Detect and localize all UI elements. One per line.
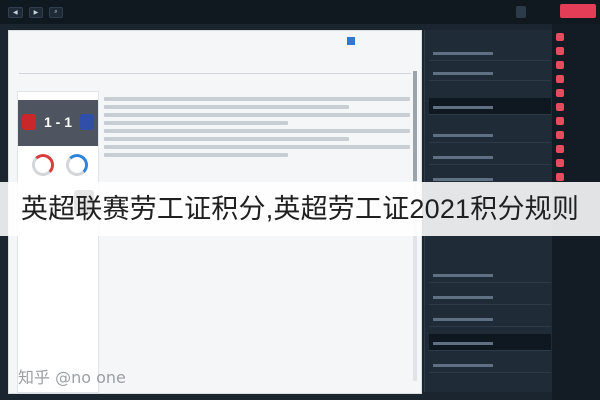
scrollbar-thumb[interactable]	[413, 71, 417, 181]
sender-badge-icon	[347, 37, 355, 45]
inbox-item[interactable]	[429, 126, 551, 143]
menu-icon	[556, 145, 564, 153]
menu-icon	[556, 173, 564, 181]
search-icon[interactable]: ⌕	[49, 7, 63, 18]
sidebar-item[interactable]	[556, 144, 596, 154]
inbox-item[interactable]	[429, 310, 551, 327]
menu-icon	[556, 75, 564, 83]
sidebar-item[interactable]	[556, 102, 596, 112]
menu-icon	[556, 117, 564, 125]
body-line	[104, 153, 288, 157]
forward-button[interactable]: ▶	[28, 7, 44, 18]
sidebar-item[interactable]	[556, 172, 596, 182]
continue-button[interactable]	[560, 4, 596, 18]
away-rating-ring	[66, 154, 88, 176]
sidebar-item[interactable]	[556, 46, 596, 56]
inbox-item[interactable]	[429, 44, 551, 61]
message-subject	[19, 63, 411, 74]
inbox-item[interactable]	[429, 266, 551, 283]
top-bar-left: ◀ ▶ ⌕	[8, 7, 63, 18]
home-rating-ring	[32, 154, 54, 176]
sidebar-item[interactable]	[556, 60, 596, 70]
menu-icon	[556, 33, 564, 41]
club-badge-icon	[516, 6, 526, 18]
caption-banner: 英超联赛劳工证积分,英超劳工证2021积分规则	[0, 182, 600, 236]
inbox-item-selected[interactable]	[429, 334, 551, 351]
body-line	[104, 137, 349, 141]
inbox-item[interactable]	[429, 356, 551, 373]
menu-icon	[556, 159, 564, 167]
match-score: 1 - 1	[44, 114, 73, 130]
match-hero: 1 - 1	[18, 100, 98, 146]
watermark: 知乎 @no one	[18, 368, 126, 387]
body-line	[104, 121, 288, 125]
top-bar: ◀ ▶ ⌕	[0, 0, 600, 24]
body-line	[104, 129, 410, 133]
menu-icon	[556, 103, 564, 111]
inbox-item[interactable]	[429, 148, 551, 165]
sidebar-item[interactable]	[556, 88, 596, 98]
message-body	[104, 97, 410, 161]
menu-icon	[556, 47, 564, 55]
body-line	[104, 145, 410, 149]
message-header	[344, 37, 355, 45]
sidebar-item[interactable]	[556, 32, 596, 42]
sidebar-item[interactable]	[556, 158, 596, 168]
match-card[interactable]: 1 - 1	[17, 91, 99, 393]
menu-icon	[556, 89, 564, 97]
back-button[interactable]: ◀	[8, 7, 23, 18]
away-team-badge-icon	[80, 114, 94, 130]
sidebar-item[interactable]	[556, 74, 596, 84]
body-line	[104, 97, 410, 101]
menu-icon	[556, 61, 564, 69]
menu-icon	[556, 131, 564, 139]
body-line	[104, 105, 349, 109]
body-line	[104, 113, 410, 117]
inbox-item-selected[interactable]	[429, 98, 551, 115]
sidebar-item[interactable]	[556, 116, 596, 126]
sidebar-item[interactable]	[556, 130, 596, 140]
inbox-item[interactable]	[429, 288, 551, 305]
inbox-item[interactable]	[429, 64, 551, 81]
home-team-badge-icon	[22, 114, 36, 130]
